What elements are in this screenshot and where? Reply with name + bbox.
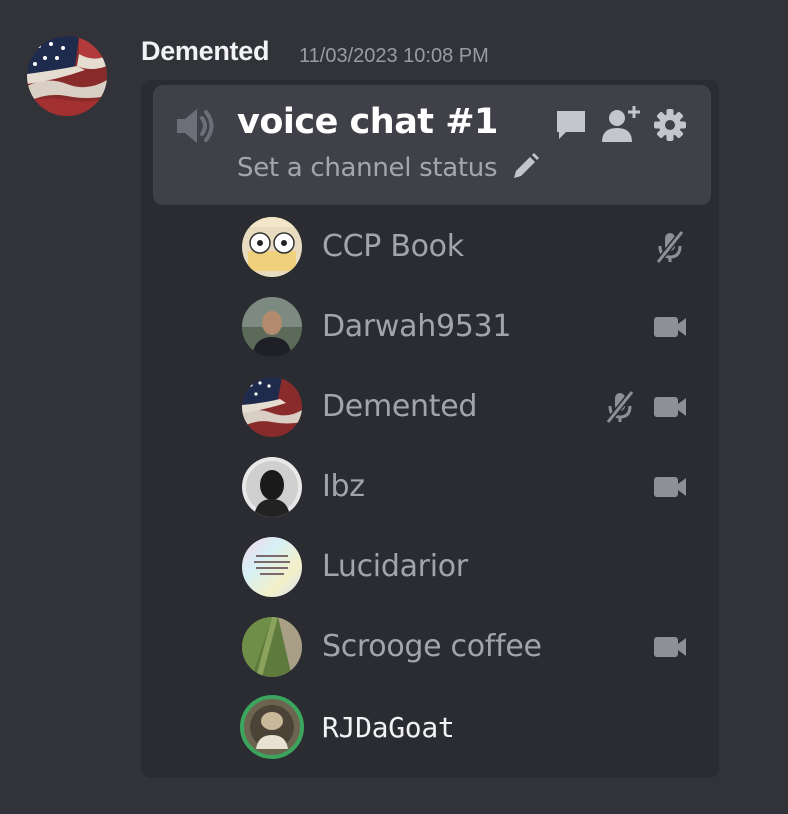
member-row[interactable]: CCP Book [242,217,692,277]
member-avatar [242,457,302,517]
member-name: Scrooge coffee [322,629,542,664]
add-user-icon[interactable] [600,104,642,144]
message-author[interactable]: Demented [141,36,269,67]
author-avatar[interactable] [27,36,107,116]
member-name: RJDaGoat [322,711,455,744]
member-name: CCP Book [322,229,464,264]
member-name: Darwah9531 [322,309,512,344]
speaking-indicator [240,695,304,759]
member-row[interactable]: Demented [242,377,692,437]
camera-icon [654,637,686,657]
member-row[interactable]: Darwah9531 [242,297,692,357]
chat-icon[interactable] [554,108,588,142]
member-row[interactable]: Ibz [242,457,692,517]
channel-status-input[interactable]: Set a channel status [237,153,498,183]
member-avatar [242,217,302,277]
member-row[interactable]: Scrooge coffee [242,617,692,677]
mic-muted-icon [655,230,685,264]
member-row[interactable]: RJDaGoat [240,695,692,759]
speaker-icon [177,109,214,143]
member-row[interactable]: Lucidarior [242,537,692,597]
member-name: Demented [322,389,478,424]
member-name: Ibz [322,469,365,504]
camera-icon [654,397,686,417]
member-avatar [242,617,302,677]
member-avatar [242,377,302,437]
member-avatar [242,297,302,357]
message-timestamp: 11/03/2023 10:08 PM [299,45,489,67]
mic-muted-icon [605,390,635,424]
channel-name[interactable]: voice chat #1 [237,102,498,142]
camera-icon [654,317,686,337]
gear-icon[interactable] [653,108,687,142]
pencil-icon[interactable] [510,152,540,182]
camera-icon [654,477,686,497]
member-name: Lucidarior [322,549,468,584]
member-avatar [242,537,302,597]
